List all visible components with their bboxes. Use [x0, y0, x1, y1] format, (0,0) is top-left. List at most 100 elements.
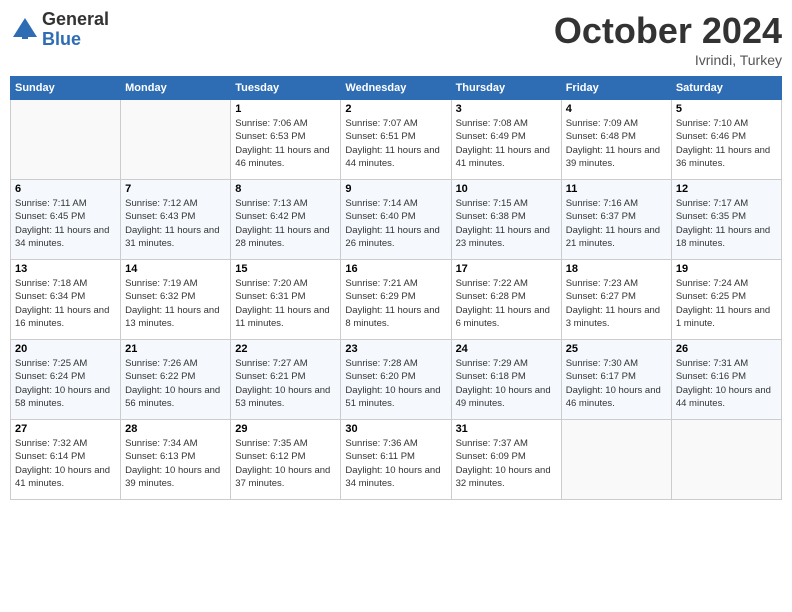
day-number: 23 [345, 343, 446, 355]
calendar-cell: 9 Sunrise: 7:14 AM Sunset: 6:40 PM Daylig… [341, 180, 451, 260]
calendar-cell: 2 Sunrise: 7:07 AM Sunset: 6:51 PM Daylig… [341, 100, 451, 180]
day-info: Sunrise: 7:16 AM Sunset: 6:37 PM Dayligh… [566, 197, 667, 250]
day-number: 11 [566, 183, 667, 195]
calendar-cell: 1Sunrise: 7:06 AM Sunset: 6:53 PM Daylig… [231, 100, 341, 180]
calendar-cell: 17 Sunrise: 7:22 AM Sunset: 6:28 PM Dayli… [451, 260, 561, 340]
weekday-header-friday: Friday [561, 77, 671, 100]
calendar-cell: 4 Sunrise: 7:09 AM Sunset: 6:48 PM Daylig… [561, 100, 671, 180]
day-info: Sunrise: 7:30 AM Sunset: 6:17 PM Dayligh… [566, 357, 667, 410]
day-number: 10 [456, 183, 557, 195]
day-info: Sunrise: 7:12 AM Sunset: 6:43 PM Dayligh… [125, 197, 226, 250]
calendar-cell [561, 420, 671, 500]
calendar-cell: 21Sunrise: 7:26 AM Sunset: 6:22 PM Dayli… [121, 340, 231, 420]
day-number: 28 [125, 423, 226, 435]
title-block: October 2024 Ivrindi, Turkey [554, 10, 782, 68]
day-number: 25 [566, 343, 667, 355]
day-number: 15 [235, 263, 336, 275]
calendar-cell: 25 Sunrise: 7:30 AM Sunset: 6:17 PM Dayli… [561, 340, 671, 420]
day-info: Sunrise: 7:29 AM Sunset: 6:18 PM Dayligh… [456, 357, 557, 410]
day-number: 3 [456, 103, 557, 115]
calendar-cell: 23 Sunrise: 7:28 AM Sunset: 6:20 PM Dayli… [341, 340, 451, 420]
day-info: Sunrise: 7:26 AM Sunset: 6:22 PM Dayligh… [125, 357, 226, 410]
day-info: Sunrise: 7:28 AM Sunset: 6:20 PM Dayligh… [345, 357, 446, 410]
day-info: Sunrise: 7:34 AM Sunset: 6:13 PM Dayligh… [125, 437, 226, 490]
day-info: Sunrise: 7:22 AM Sunset: 6:28 PM Dayligh… [456, 277, 557, 330]
day-info: Sunrise: 7:14 AM Sunset: 6:40 PM Dayligh… [345, 197, 446, 250]
day-info: Sunrise: 7:24 AM Sunset: 6:25 PM Dayligh… [676, 277, 777, 330]
day-info: Sunrise: 7:06 AM Sunset: 6:53 PM Dayligh… [235, 117, 336, 170]
day-number: 4 [566, 103, 667, 115]
day-number: 26 [676, 343, 777, 355]
calendar-cell: 8 Sunrise: 7:13 AM Sunset: 6:42 PM Daylig… [231, 180, 341, 260]
day-info: Sunrise: 7:17 AM Sunset: 6:35 PM Dayligh… [676, 197, 777, 250]
day-info: Sunrise: 7:07 AM Sunset: 6:51 PM Dayligh… [345, 117, 446, 170]
day-number: 18 [566, 263, 667, 275]
weekday-header-monday: Monday [121, 77, 231, 100]
day-info: Sunrise: 7:08 AM Sunset: 6:49 PM Dayligh… [456, 117, 557, 170]
day-info: Sunrise: 7:37 AM Sunset: 6:09 PM Dayligh… [456, 437, 557, 490]
day-number: 5 [676, 103, 777, 115]
calendar-cell: 27Sunrise: 7:32 AM Sunset: 6:14 PM Dayli… [11, 420, 121, 500]
calendar-cell: 15 Sunrise: 7:20 AM Sunset: 6:31 PM Dayli… [231, 260, 341, 340]
day-number: 13 [15, 263, 116, 275]
logo-general: General [42, 10, 109, 30]
day-number: 6 [15, 183, 116, 195]
day-number: 30 [345, 423, 446, 435]
day-info: Sunrise: 7:10 AM Sunset: 6:46 PM Dayligh… [676, 117, 777, 170]
logo-blue: Blue [42, 30, 109, 50]
day-info: Sunrise: 7:32 AM Sunset: 6:14 PM Dayligh… [15, 437, 116, 490]
calendar-cell: 13 Sunrise: 7:18 AM Sunset: 6:34 PM Dayli… [11, 260, 121, 340]
calendar-cell: 28 Sunrise: 7:34 AM Sunset: 6:13 PM Dayli… [121, 420, 231, 500]
day-number: 2 [345, 103, 446, 115]
calendar-cell: 14 Sunrise: 7:19 AM Sunset: 6:32 PM Dayli… [121, 260, 231, 340]
day-info: Sunrise: 7:09 AM Sunset: 6:48 PM Dayligh… [566, 117, 667, 170]
calendar-cell: 11 Sunrise: 7:16 AM Sunset: 6:37 PM Dayli… [561, 180, 671, 260]
day-info: Sunrise: 7:21 AM Sunset: 6:29 PM Dayligh… [345, 277, 446, 330]
calendar-cell: 30 Sunrise: 7:36 AM Sunset: 6:11 PM Dayli… [341, 420, 451, 500]
day-number: 7 [125, 183, 226, 195]
day-info: Sunrise: 7:11 AM Sunset: 6:45 PM Dayligh… [15, 197, 116, 250]
day-info: Sunrise: 7:36 AM Sunset: 6:11 PM Dayligh… [345, 437, 446, 490]
calendar-cell: 31 Sunrise: 7:37 AM Sunset: 6:09 PM Dayli… [451, 420, 561, 500]
weekday-header-tuesday: Tuesday [231, 77, 341, 100]
day-number: 24 [456, 343, 557, 355]
day-info: Sunrise: 7:27 AM Sunset: 6:21 PM Dayligh… [235, 357, 336, 410]
weekday-header-thursday: Thursday [451, 77, 561, 100]
calendar-cell: 22 Sunrise: 7:27 AM Sunset: 6:21 PM Dayli… [231, 340, 341, 420]
calendar-cell: 20 Sunrise: 7:25 AM Sunset: 6:24 PM Dayli… [11, 340, 121, 420]
day-info: Sunrise: 7:20 AM Sunset: 6:31 PM Dayligh… [235, 277, 336, 330]
page-header: General Blue October 2024 Ivrindi, Turke… [10, 10, 782, 68]
day-number: 12 [676, 183, 777, 195]
calendar-cell: 3 Sunrise: 7:08 AM Sunset: 6:49 PM Daylig… [451, 100, 561, 180]
calendar-cell: 12 Sunrise: 7:17 AM Sunset: 6:35 PM Dayli… [671, 180, 781, 260]
calendar-cell [671, 420, 781, 500]
logo-icon [10, 15, 40, 45]
calendar-cell: 5 Sunrise: 7:10 AM Sunset: 6:46 PM Daylig… [671, 100, 781, 180]
day-info: Sunrise: 7:19 AM Sunset: 6:32 PM Dayligh… [125, 277, 226, 330]
weekday-header-wednesday: Wednesday [341, 77, 451, 100]
calendar-cell: 16 Sunrise: 7:21 AM Sunset: 6:29 PM Dayli… [341, 260, 451, 340]
calendar-cell: 29Sunrise: 7:35 AM Sunset: 6:12 PM Dayli… [231, 420, 341, 500]
day-number: 14 [125, 263, 226, 275]
day-info: Sunrise: 7:35 AM Sunset: 6:12 PM Dayligh… [235, 437, 336, 490]
logo: General Blue [10, 10, 109, 50]
calendar-cell: 7 Sunrise: 7:12 AM Sunset: 6:43 PM Daylig… [121, 180, 231, 260]
weekday-header-saturday: Saturday [671, 77, 781, 100]
day-number: 8 [235, 183, 336, 195]
day-number: 16 [345, 263, 446, 275]
calendar-cell [11, 100, 121, 180]
location: Ivrindi, Turkey [554, 52, 782, 68]
calendar-cell: 24 Sunrise: 7:29 AM Sunset: 6:18 PM Dayli… [451, 340, 561, 420]
day-number: 20 [15, 343, 116, 355]
day-info: Sunrise: 7:25 AM Sunset: 6:24 PM Dayligh… [15, 357, 116, 410]
day-info: Sunrise: 7:13 AM Sunset: 6:42 PM Dayligh… [235, 197, 336, 250]
day-number: 17 [456, 263, 557, 275]
day-info: Sunrise: 7:18 AM Sunset: 6:34 PM Dayligh… [15, 277, 116, 330]
calendar-cell: 19Sunrise: 7:24 AM Sunset: 6:25 PM Dayli… [671, 260, 781, 340]
calendar-cell [121, 100, 231, 180]
calendar-table: SundayMondayTuesdayWednesdayThursdayFrid… [10, 76, 782, 500]
day-number: 31 [456, 423, 557, 435]
weekday-header-sunday: Sunday [11, 77, 121, 100]
day-number: 22 [235, 343, 336, 355]
day-number: 9 [345, 183, 446, 195]
